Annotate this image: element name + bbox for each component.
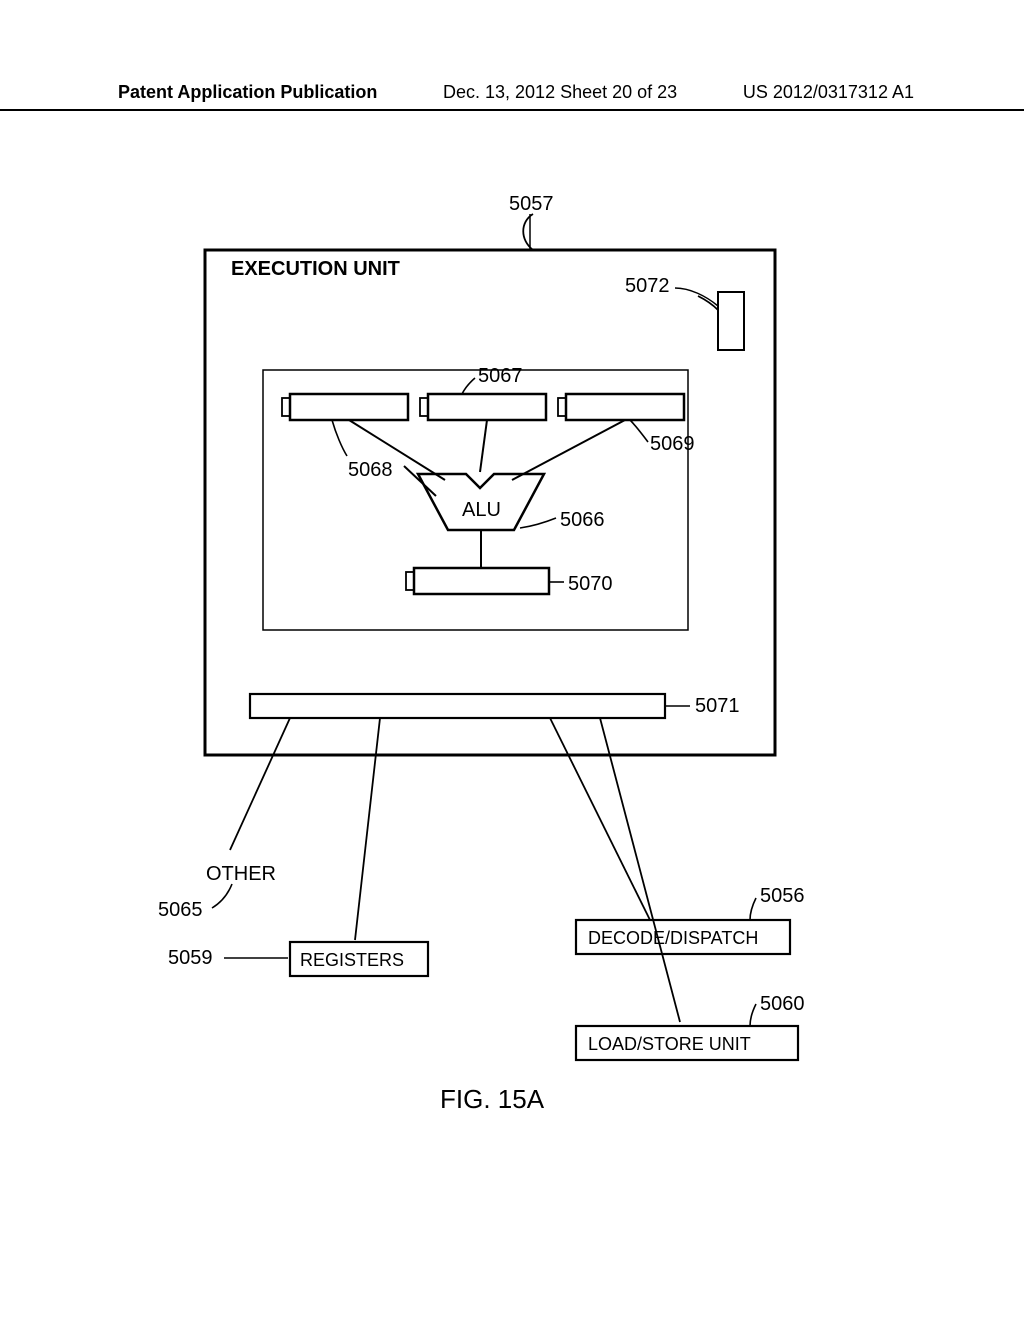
ref-5056: 5056: [760, 885, 805, 907]
reg-center: [428, 394, 546, 420]
bar-5071: [250, 694, 665, 718]
hook-5066: [520, 518, 556, 528]
decode-dispatch-label: DECODE/DISPATCH: [588, 928, 758, 948]
ref-5067: 5067: [478, 365, 523, 387]
line-center-alu: [480, 420, 487, 472]
box-5072: [718, 292, 744, 350]
hook-5068b: [332, 420, 347, 456]
hook-5065: [212, 884, 232, 908]
alu-label: ALU: [462, 499, 501, 521]
other-label: OTHER: [206, 863, 276, 885]
ref-5057: 5057: [509, 193, 554, 215]
hook-5060: [750, 1004, 756, 1026]
load-store-label: LOAD/STORE UNIT: [588, 1034, 751, 1054]
ref-5066: 5066: [560, 509, 605, 531]
ref-5070: 5070: [568, 573, 613, 595]
ref-5068: 5068: [348, 459, 393, 481]
hook-5069: [630, 420, 648, 442]
line-to-other: [230, 718, 290, 850]
reg-5068: [290, 394, 408, 420]
ref-5060: 5060: [760, 993, 805, 1015]
diagram-canvas: EXECUTION UNIT 5057 5072 5067 5068 5069 …: [0, 0, 1024, 1320]
ref-5069: 5069: [650, 433, 695, 455]
line-5069-alu: [512, 420, 625, 480]
execution-unit-label: EXECUTION UNIT: [231, 258, 400, 280]
ref-5059: 5059: [168, 947, 213, 969]
line-to-decode: [550, 718, 650, 920]
registers-label: REGISTERS: [300, 950, 404, 970]
ref-5065: 5065: [158, 899, 203, 921]
ref-5072: 5072: [625, 275, 670, 297]
ref-5071: 5071: [695, 695, 740, 717]
hook-5056: [750, 898, 756, 920]
reg-5069: [566, 394, 684, 420]
hook-5057: [523, 214, 533, 250]
line-to-loadstore: [600, 718, 680, 1022]
line-to-registers: [355, 718, 380, 940]
figure-label: FIG. 15A: [440, 1084, 545, 1114]
reg-5070: [414, 568, 549, 594]
hook-5067: [462, 378, 475, 394]
